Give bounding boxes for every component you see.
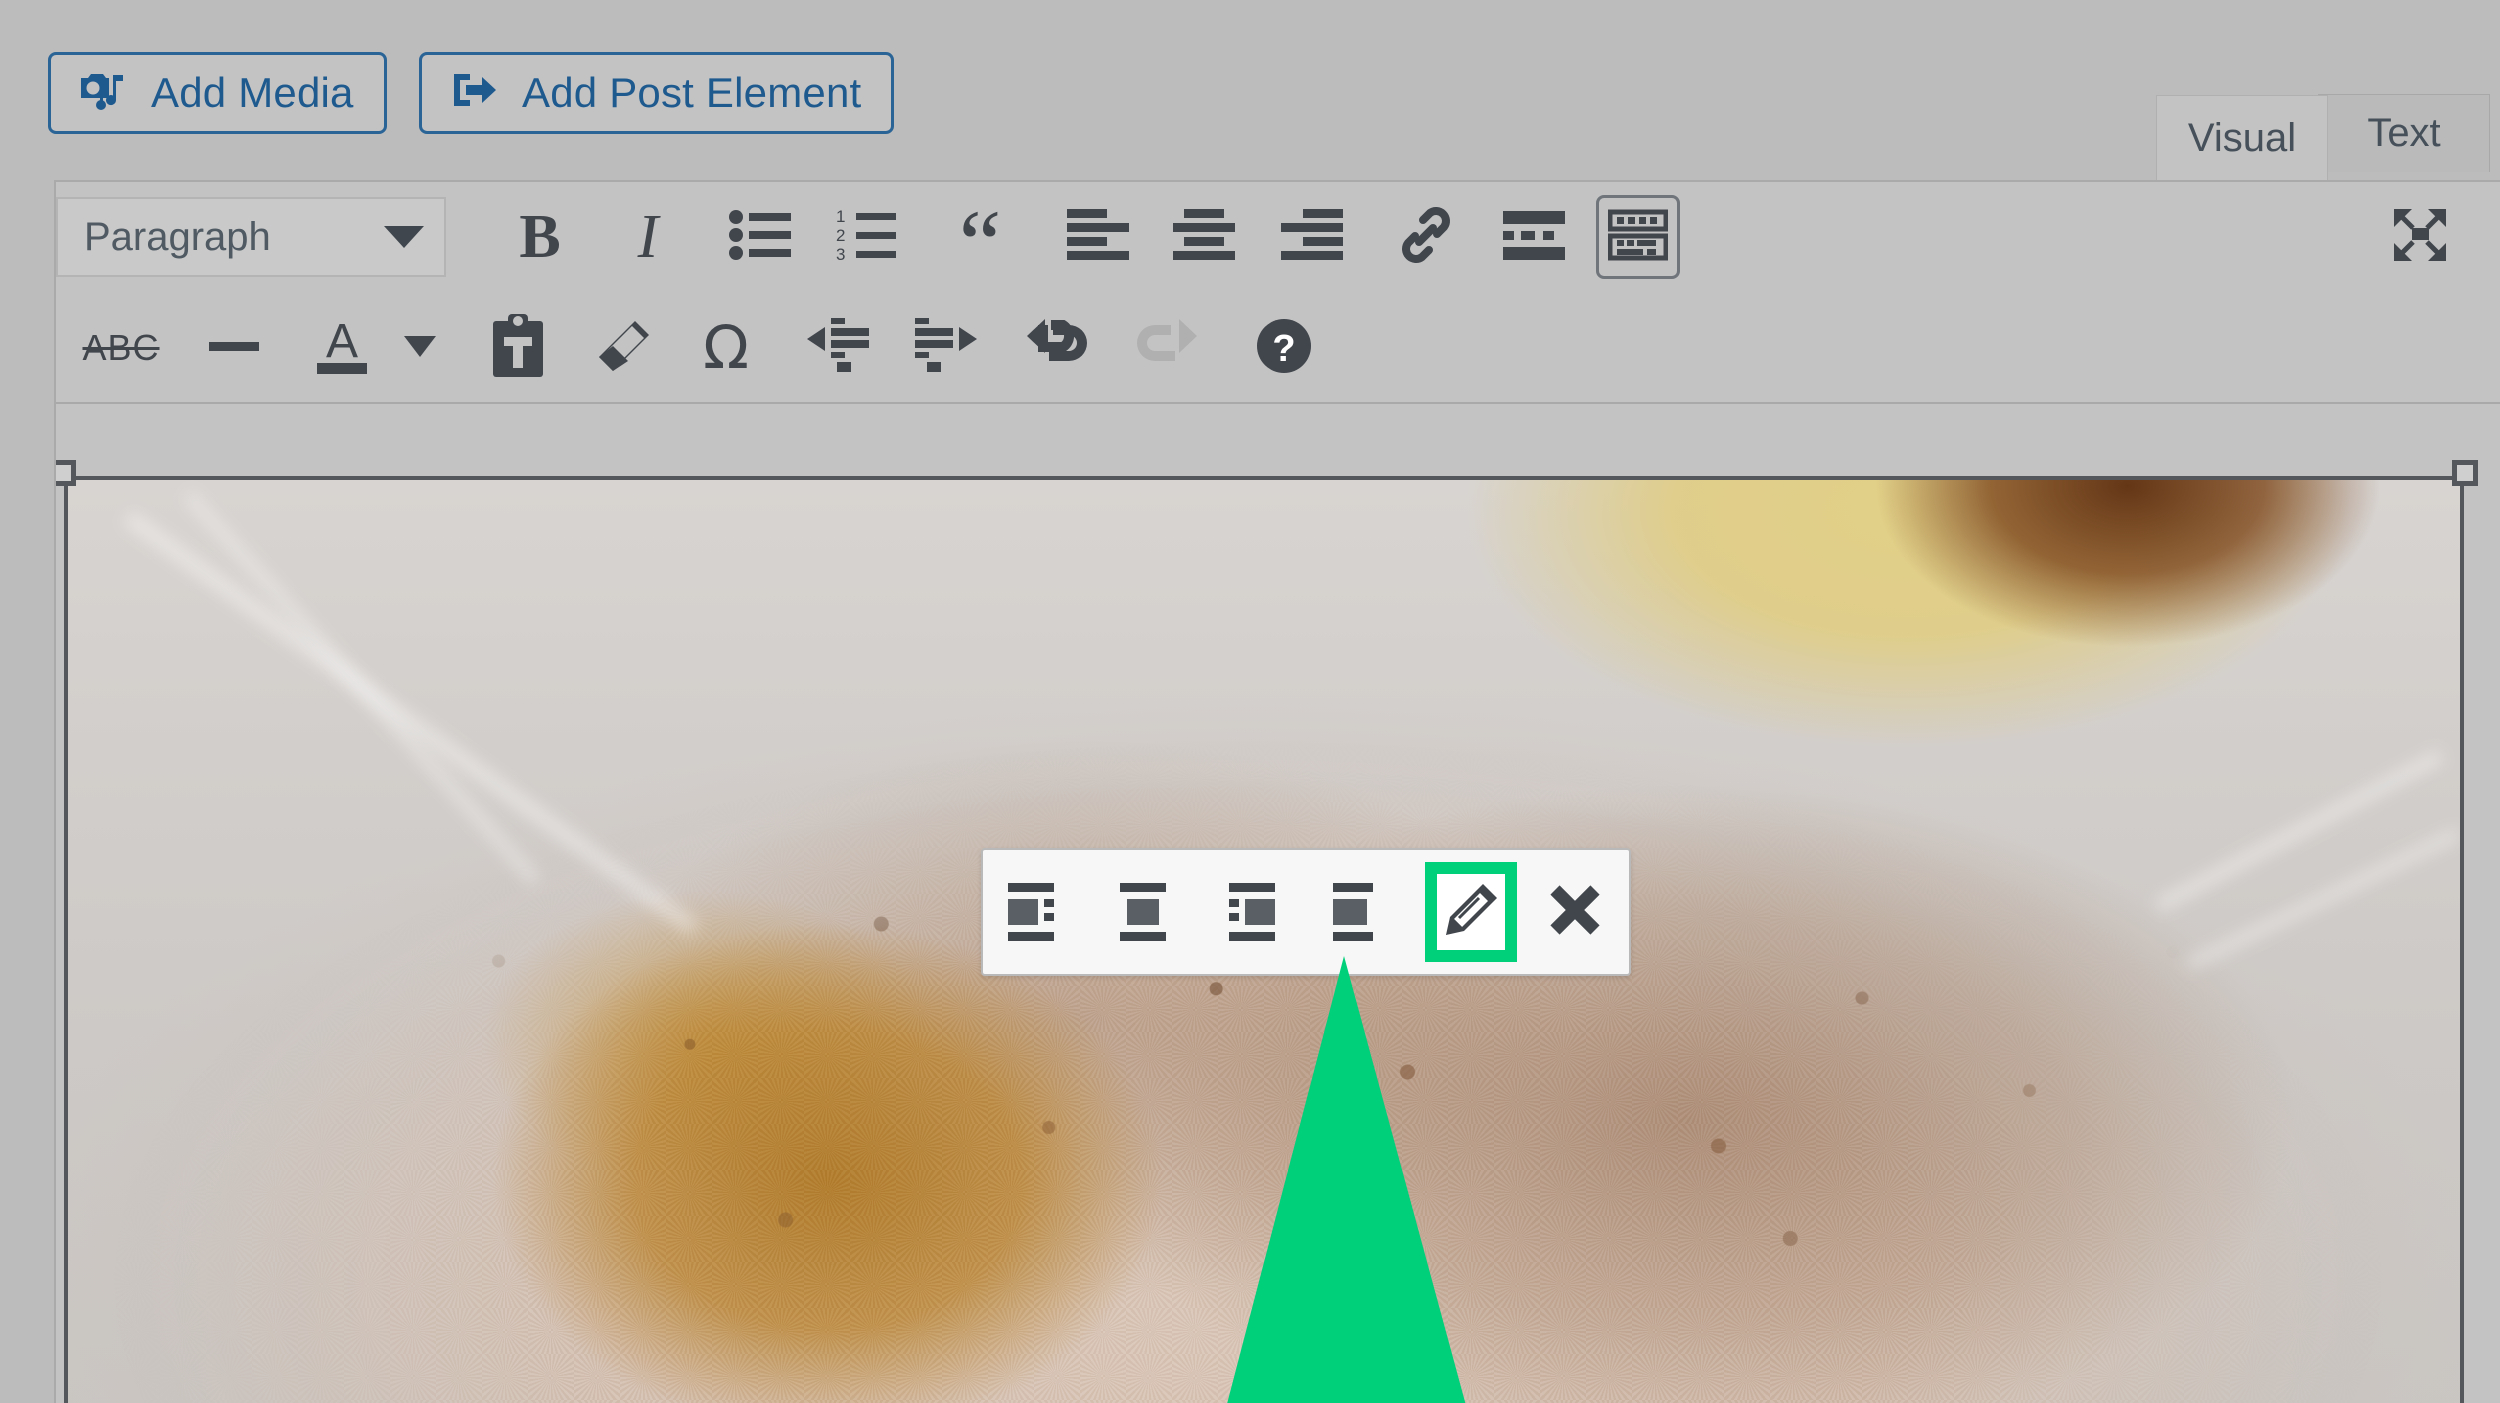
indent-icon xyxy=(915,317,977,380)
svg-text:1: 1 xyxy=(836,207,845,226)
image-align-left-icon xyxy=(1006,881,1068,943)
toolbar-row-secondary: ABC A Ω ? xyxy=(56,292,2500,404)
read-more-button[interactable] xyxy=(1490,182,1578,292)
svg-text:?: ? xyxy=(1272,328,1295,370)
quote-icon: “ xyxy=(958,190,1002,298)
fullscreen-expand-icon xyxy=(2391,206,2449,269)
pencil-edit-icon xyxy=(1442,881,1500,944)
numbered-list-icon: 1 2 3 xyxy=(836,207,900,268)
screen: Add Media Add Post Element Visual Text P… xyxy=(0,0,2500,1403)
numbered-list-button[interactable]: 1 2 3 xyxy=(824,182,912,292)
align-right-icon xyxy=(1281,207,1343,268)
fullscreen-button[interactable] xyxy=(2376,182,2464,292)
paste-as-text-button[interactable] xyxy=(474,292,562,404)
bold-icon: B xyxy=(519,203,561,271)
insert-more-icon xyxy=(1503,209,1565,266)
special-character-button[interactable]: Ω xyxy=(682,292,770,404)
image-align-right-icon xyxy=(1221,881,1283,943)
strikethrough-icon: ABC xyxy=(82,327,160,368)
add-post-element-button[interactable]: Add Post Element xyxy=(419,52,895,134)
top-button-bar: Add Media Add Post Element Visual Text xyxy=(0,0,2500,180)
edit-image-button[interactable] xyxy=(1424,862,1517,962)
format-select[interactable]: Paragraph xyxy=(56,197,446,277)
image-align-center-icon xyxy=(1114,881,1176,943)
resize-handle-top-right[interactable] xyxy=(2452,460,2478,486)
format-select-value: Paragraph xyxy=(84,214,271,259)
camera-music-icon xyxy=(77,64,129,123)
tab-visual-label: Visual xyxy=(2187,115,2297,160)
keyboard-toolbar-toggle-icon xyxy=(1607,209,1669,266)
toolbar-toggle-button[interactable] xyxy=(1596,195,1680,279)
redo-button[interactable] xyxy=(1124,292,1212,404)
align-left-image-button[interactable] xyxy=(983,848,1091,976)
help-question-icon: ? xyxy=(1254,316,1314,381)
horizontal-rule-icon xyxy=(209,339,259,358)
image-align-none-icon xyxy=(1329,881,1391,943)
tab-visual[interactable]: Visual xyxy=(2156,95,2328,180)
redo-arrow-icon xyxy=(1135,317,1201,380)
clipboard-text-icon xyxy=(490,313,546,384)
undo-button[interactable] xyxy=(1012,292,1100,404)
text-color-button[interactable]: A xyxy=(294,292,390,404)
align-center-icon xyxy=(1173,207,1235,268)
align-center-image-button[interactable] xyxy=(1091,848,1199,976)
align-left-button[interactable] xyxy=(1054,182,1142,292)
add-media-button[interactable]: Add Media xyxy=(48,52,387,134)
annotation-arrow xyxy=(1216,956,1536,1403)
increase-indent-button[interactable] xyxy=(902,292,990,404)
editor-canvas[interactable] xyxy=(56,404,2500,1403)
italic-icon: I xyxy=(637,203,659,271)
svg-text:A: A xyxy=(326,315,358,368)
italic-button[interactable]: I xyxy=(604,182,692,292)
decrease-indent-button[interactable] xyxy=(794,292,882,404)
editor-panel: Paragraph B I 1 2 3 “ ABC A Ω ? xyxy=(54,180,2500,1403)
close-x-icon xyxy=(1548,883,1602,942)
align-right-button[interactable] xyxy=(1268,182,1356,292)
svg-text:3: 3 xyxy=(836,245,845,263)
bold-button[interactable]: B xyxy=(496,182,584,292)
resize-handle-top-left[interactable] xyxy=(56,460,76,486)
omega-icon: Ω xyxy=(703,313,749,383)
chevron-down-icon xyxy=(384,226,424,248)
text-color-a-icon: A xyxy=(309,313,375,384)
align-left-icon xyxy=(1067,207,1129,268)
clear-formatting-button[interactable] xyxy=(578,292,666,404)
text-color-dropdown[interactable] xyxy=(386,292,454,404)
keyboard-shortcuts-button[interactable]: ? xyxy=(1240,292,1328,404)
toolbar-row-primary: Paragraph B I 1 2 3 “ xyxy=(56,182,2500,292)
chevron-down-icon xyxy=(403,333,437,364)
export-arrow-icon xyxy=(448,64,500,123)
bulleted-list-icon xyxy=(729,208,791,267)
strikethrough-button[interactable]: ABC xyxy=(56,292,186,404)
align-center-button[interactable] xyxy=(1160,182,1248,292)
svg-text:2: 2 xyxy=(836,226,845,245)
bulleted-list-button[interactable] xyxy=(716,182,804,292)
tab-text-label: Text xyxy=(2367,111,2441,155)
horizontal-line-button[interactable] xyxy=(190,292,278,404)
undo-arrow-icon xyxy=(1023,317,1089,380)
link-icon xyxy=(1397,206,1455,269)
blockquote-button[interactable]: “ xyxy=(936,182,1024,292)
tab-text[interactable]: Text xyxy=(2318,94,2490,172)
add-media-label: Add Media xyxy=(151,69,354,116)
add-post-element-label: Add Post Element xyxy=(522,69,862,116)
remove-image-button[interactable] xyxy=(1521,848,1629,976)
insert-link-button[interactable] xyxy=(1382,182,1470,292)
eraser-icon xyxy=(591,315,653,382)
outdent-icon xyxy=(807,317,869,380)
